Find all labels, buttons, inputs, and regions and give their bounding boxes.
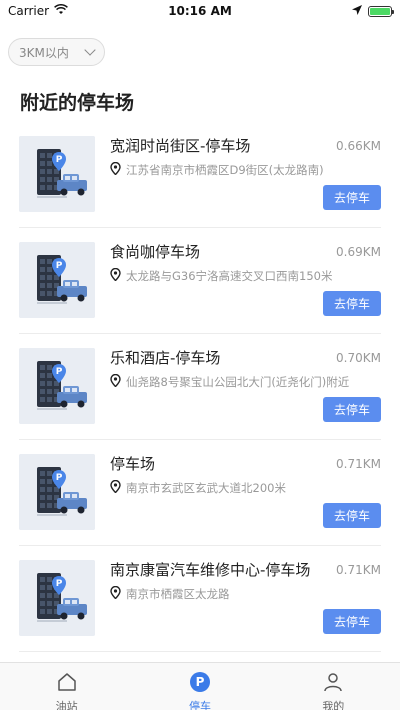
carrier-label: Carrier xyxy=(8,4,50,18)
parking-address: 江苏省南京市栖霞区D9街区(太龙路南) xyxy=(110,161,324,178)
parking-distance: 0.70KM xyxy=(336,351,381,365)
map-pin-icon xyxy=(110,161,121,178)
home-icon xyxy=(56,671,78,696)
parking-address-text: 南京市玄武区玄武大道北200米 xyxy=(126,481,286,495)
parking-list-item[interactable]: P 食尚咖停车场 0.69KM 太龙路与G36宁洛高速交叉口西南150米 去停车 xyxy=(19,228,381,334)
parking-distance: 0.69KM xyxy=(336,245,381,259)
parking-name: 宽润时尚街区-停车场 xyxy=(110,137,251,155)
parking-list-item[interactable]: P 乐和酒店-停车场 0.70KM 仙尧路8号聚宝山公园北大门(近尧化门)附近 … xyxy=(19,334,381,440)
map-pin-icon xyxy=(110,479,121,496)
parking-name: 食尚咖停车场 xyxy=(110,243,201,261)
status-bar: Carrier 10:16 AM xyxy=(0,0,400,22)
tab-label: 停车 xyxy=(188,700,211,710)
bottom-tab-bar: 油站 P 停车 我的 xyxy=(0,662,400,710)
parking-distance: 0.71KM xyxy=(336,457,381,471)
tab-label: 我的 xyxy=(322,700,345,710)
parking-address-text: 南京市栖霞区太龙路 xyxy=(126,587,230,601)
tab-gas-station[interactable]: 油站 xyxy=(0,663,133,710)
page-title: 附近的停车场 xyxy=(20,92,135,114)
svg-text:P: P xyxy=(56,473,63,483)
parking-list-item[interactable]: P 停车场 0.71KM 南京市玄武区玄武大道北200米 去停车 xyxy=(19,440,381,546)
parking-address-text: 江苏省南京市栖霞区D9街区(太龙路南) xyxy=(126,163,324,177)
map-pin-icon xyxy=(110,267,121,284)
battery-icon xyxy=(368,5,394,17)
map-pin-icon xyxy=(110,585,121,602)
parking-thumbnail: P xyxy=(19,348,95,424)
wifi-icon xyxy=(54,4,68,18)
map-pin-icon xyxy=(110,373,121,390)
parking-icon: P xyxy=(189,671,211,696)
parking-name: 乐和酒店-停车场 xyxy=(110,349,221,367)
parking-name: 南京康富汽车维修中心-停车场 xyxy=(110,561,311,579)
parking-address: 太龙路与G36宁洛高速交叉口西南150米 xyxy=(110,267,333,284)
chevron-down-icon xyxy=(84,44,96,56)
parking-address-text: 太龙路与G36宁洛高速交叉口西南150米 xyxy=(126,269,333,283)
parking-list-item[interactable]: P 宽润时尚街区-停车场 0.66KM 江苏省南京市栖霞区D9街区(太龙路南) … xyxy=(19,122,381,228)
parking-distance: 0.66KM xyxy=(336,139,381,153)
parking-address: 南京市玄武区玄武大道北200米 xyxy=(110,479,286,496)
parking-name: 停车场 xyxy=(110,455,156,473)
parking-list-item[interactable]: P 南京康富汽车维修中心-停车场 0.71KM 南京市栖霞区太龙路 去停车 xyxy=(19,546,381,652)
parking-thumbnail: P xyxy=(19,136,95,212)
go-park-button[interactable]: 去停车 xyxy=(323,503,381,528)
parking-thumbnail: P xyxy=(19,242,95,318)
parking-distance: 0.71KM xyxy=(336,563,381,577)
svg-text:P: P xyxy=(56,155,63,165)
svg-text:P: P xyxy=(56,367,63,377)
svg-text:P: P xyxy=(56,261,63,271)
parking-list: P 宽润时尚街区-停车场 0.66KM 江苏省南京市栖霞区D9街区(太龙路南) … xyxy=(0,122,400,652)
distance-filter-label: 3KM以内 xyxy=(19,45,69,60)
parking-address: 仙尧路8号聚宝山公园北大门(近尧化门)附近 xyxy=(110,373,350,390)
status-time: 10:16 AM xyxy=(168,4,232,18)
parking-thumbnail: P xyxy=(19,454,95,530)
go-park-button[interactable]: 去停车 xyxy=(323,609,381,634)
parking-address-text: 仙尧路8号聚宝山公园北大门(近尧化门)附近 xyxy=(126,375,350,389)
tab-label: 油站 xyxy=(55,700,78,710)
tab-profile[interactable]: 我的 xyxy=(267,663,400,710)
location-arrow-icon xyxy=(352,4,362,18)
parking-address: 南京市栖霞区太龙路 xyxy=(110,585,230,602)
parking-thumbnail: P xyxy=(19,560,95,636)
svg-text:P: P xyxy=(196,675,205,689)
go-park-button[interactable]: 去停车 xyxy=(323,397,381,422)
svg-text:P: P xyxy=(56,579,63,589)
distance-filter-dropdown[interactable]: 3KM以内 xyxy=(8,38,105,66)
go-park-button[interactable]: 去停车 xyxy=(323,291,381,316)
tab-parking[interactable]: P 停车 xyxy=(133,663,266,710)
user-icon xyxy=(322,671,344,696)
go-park-button[interactable]: 去停车 xyxy=(323,185,381,210)
